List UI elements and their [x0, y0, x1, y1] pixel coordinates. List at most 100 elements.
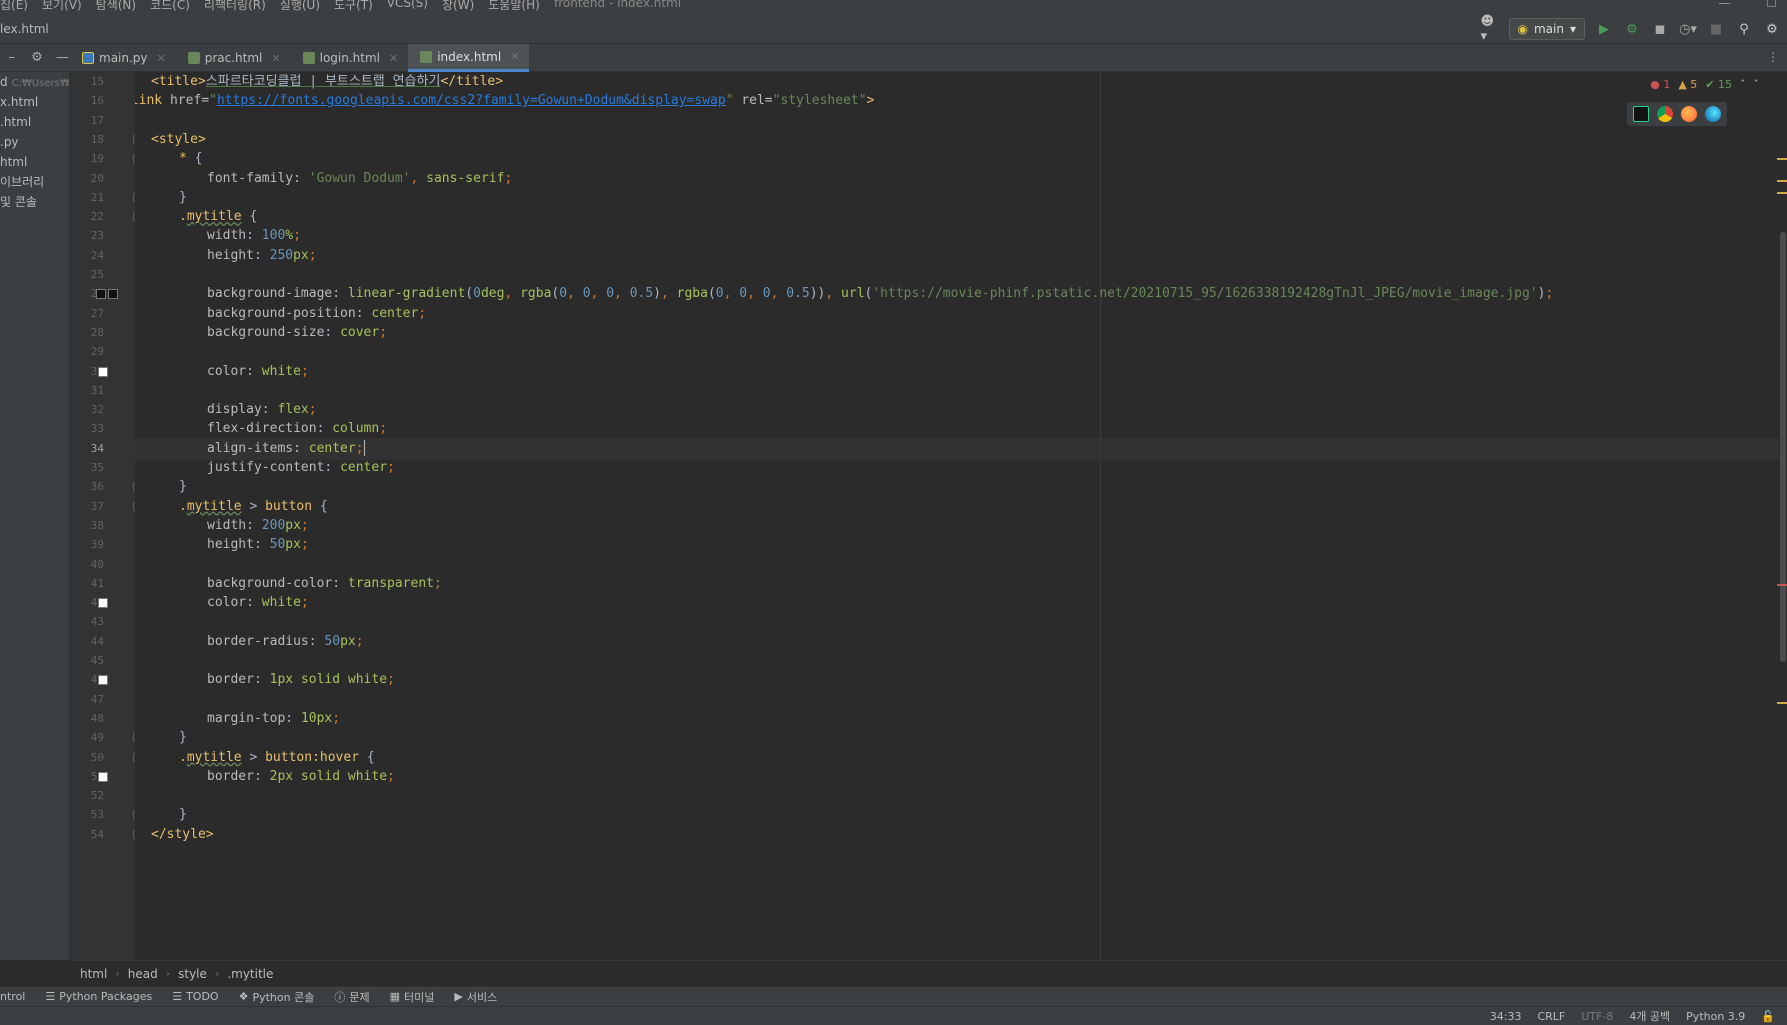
hide-panel-icon[interactable]: —: [55, 49, 70, 67]
close-icon[interactable]: ✕: [157, 52, 166, 65]
project-gear-icon[interactable]: ⚙: [29, 49, 44, 67]
tree-item[interactable]: html: [0, 152, 69, 172]
code-line-20: font-family: 'Gowun Dodum', sans-serif;: [207, 170, 513, 186]
pycharm-icon[interactable]: [1633, 106, 1649, 122]
tool-window-bar: ntrol ☰ Python Packages ☰ TODO ❖ Python 콘솔 …: [0, 986, 1787, 1006]
menu-tools[interactable]: 도구(T): [334, 0, 373, 13]
indent-setting[interactable]: 4개 공백: [1629, 1008, 1670, 1024]
tree-item[interactable]: d C:₩Users₩: [0, 72, 69, 92]
color-swatch-icon[interactable]: [108, 289, 118, 300]
html-file-icon: [187, 52, 200, 64]
line-number[interactable]: 54: [70, 824, 104, 846]
scrollbar-thumb[interactable]: [1780, 232, 1786, 662]
color-swatch-icon[interactable]: [98, 675, 108, 686]
close-icon[interactable]: ✕: [271, 52, 280, 65]
tool-window-python-packages[interactable]: ☰ Python Packages: [45, 990, 152, 1003]
problems-icon: ⓘ: [334, 990, 346, 1004]
line-separator[interactable]: CRLF: [1537, 1010, 1565, 1023]
code-line-28: background-size: cover;: [207, 324, 388, 340]
error-marker[interactable]: [1777, 584, 1787, 586]
menu-run[interactable]: 실행(U): [280, 0, 320, 13]
stop-icon[interactable]: ■: [1707, 20, 1725, 38]
maximize-icon[interactable]: ☐: [1766, 0, 1777, 10]
color-swatch-icon[interactable]: [98, 366, 108, 377]
firefox-icon[interactable]: [1681, 106, 1697, 122]
menu-help[interactable]: 도움말(H): [488, 0, 540, 13]
line-gutter[interactable]: 1516171819202122232425262728293031323334…: [70, 72, 142, 960]
user-icon[interactable]: ☻▾: [1481, 14, 1499, 44]
tree-item[interactable]: 및 콘솔: [0, 192, 69, 212]
tab-index-html[interactable]: index.html ✕: [408, 44, 530, 72]
tree-item[interactable]: .py: [0, 132, 69, 152]
tool-window-problems[interactable]: ⓘ 문제: [334, 989, 369, 1005]
edge-icon[interactable]: [1705, 106, 1721, 122]
tab-label: prac.html: [204, 51, 263, 65]
color-swatch-icon[interactable]: [96, 289, 106, 300]
debug-icon[interactable]: ⚙: [1623, 20, 1641, 38]
warning-marker[interactable]: [1777, 192, 1787, 194]
code-line-24: height: 250px;: [207, 247, 317, 263]
inspection-widget[interactable]: ● 1 ▲ 5 ✔ 15 ˆ ˇ: [1650, 78, 1759, 91]
color-swatch-icon[interactable]: [98, 771, 108, 782]
terminal-icon: ▦: [389, 990, 400, 1003]
close-icon[interactable]: ✕: [510, 50, 519, 63]
breadcrumb-item[interactable]: .mytitle: [227, 967, 273, 981]
tool-window-control[interactable]: ntrol: [0, 990, 25, 1003]
menu-window[interactable]: 창(W): [442, 0, 474, 13]
code-editor[interactable]: <title>스파르타코딩클럽 | 부트스트랩 연습하기</title> <li…: [135, 72, 1787, 960]
lock-icon[interactable]: 🔓: [1761, 1010, 1775, 1023]
navigation-bar: lex.html ☻▾ ◉ main ▾ ▶ ⚙ ◼ ◷▾ ■ ⚲ ⚙: [0, 14, 1787, 44]
caret-position[interactable]: 34:33: [1490, 1010, 1522, 1023]
warning-marker[interactable]: [1777, 180, 1787, 182]
code-line-54: </style>: [151, 826, 214, 842]
warning-count: ▲ 5: [1678, 78, 1698, 91]
chevron-down-icon[interactable]: ˇ: [1754, 78, 1760, 91]
breadcrumb-item[interactable]: head: [128, 967, 158, 981]
tool-window-todo[interactable]: ☰ TODO: [172, 990, 218, 1003]
warning-marker[interactable]: [1777, 158, 1787, 160]
tab-login-html[interactable]: login.html ✕: [291, 44, 409, 72]
code-line-30: color: white;: [207, 363, 309, 379]
tab-prac-html[interactable]: prac.html ✕: [176, 44, 291, 72]
menu-edit[interactable]: 집(E): [0, 0, 28, 13]
warning-marker[interactable]: [1777, 702, 1787, 704]
status-bar: 34:33 CRLF UTF-8 4개 공백 Python 3.9 🔓: [0, 1006, 1787, 1025]
nav-file-crumb[interactable]: lex.html: [0, 22, 49, 36]
more-vertical-icon[interactable]: ⋮: [1767, 50, 1779, 64]
run-icon[interactable]: ▶: [1595, 20, 1613, 38]
tab-main-py[interactable]: main.py ✕: [70, 44, 176, 72]
menu-vcs[interactable]: VCS(S): [387, 0, 428, 13]
run-config-selector[interactable]: ◉ main ▾: [1508, 18, 1585, 40]
html-file-icon: [302, 52, 315, 64]
menu-view[interactable]: 보기(V): [42, 0, 82, 13]
python-interpreter[interactable]: Python 3.9: [1686, 1010, 1745, 1023]
close-icon[interactable]: ✕: [389, 52, 398, 65]
tree-item[interactable]: 이브러리: [0, 172, 69, 192]
tool-window-terminal[interactable]: ▦ 터미널: [390, 989, 435, 1005]
tool-window-python-console[interactable]: ❖ Python 콘솔: [239, 989, 315, 1005]
tree-item[interactable]: .html: [0, 112, 69, 132]
coverage-icon[interactable]: ◼: [1651, 20, 1669, 38]
minimize-icon[interactable]: —: [1718, 0, 1730, 10]
menu-refactor[interactable]: 리팩터링(R): [204, 0, 266, 13]
color-swatch-icon[interactable]: [98, 598, 108, 609]
chevron-up-icon[interactable]: ˆ: [1740, 78, 1746, 91]
breadcrumb-item[interactable]: html: [80, 967, 107, 981]
tab-label: index.html: [437, 49, 502, 64]
vertical-scrollbar[interactable]: [1779, 72, 1787, 960]
project-panel: d C:₩Users₩ x.html .html .py html 이브러리 및 …: [0, 72, 70, 960]
tool-window-services[interactable]: ▶ 서비스: [454, 989, 497, 1005]
chevron-left-icon[interactable]: –: [4, 49, 19, 67]
todo-icon: ☰: [172, 990, 183, 1003]
code-line-44: border-radius: 50px;: [207, 633, 364, 649]
chrome-icon[interactable]: [1657, 106, 1673, 122]
breadcrumb-item[interactable]: style: [178, 967, 207, 981]
gear-icon[interactable]: ⚙: [1763, 20, 1781, 38]
menu-code[interactable]: 코드(C): [150, 0, 190, 13]
profile-icon[interactable]: ◷▾: [1679, 20, 1697, 38]
menu-navigate[interactable]: 탐색(N): [96, 0, 136, 13]
breadcrumb: html › head › style › .mytitle: [70, 960, 1787, 986]
search-icon[interactable]: ⚲: [1735, 20, 1753, 38]
file-encoding[interactable]: UTF-8: [1581, 1010, 1613, 1023]
tree-item[interactable]: x.html: [0, 92, 69, 112]
